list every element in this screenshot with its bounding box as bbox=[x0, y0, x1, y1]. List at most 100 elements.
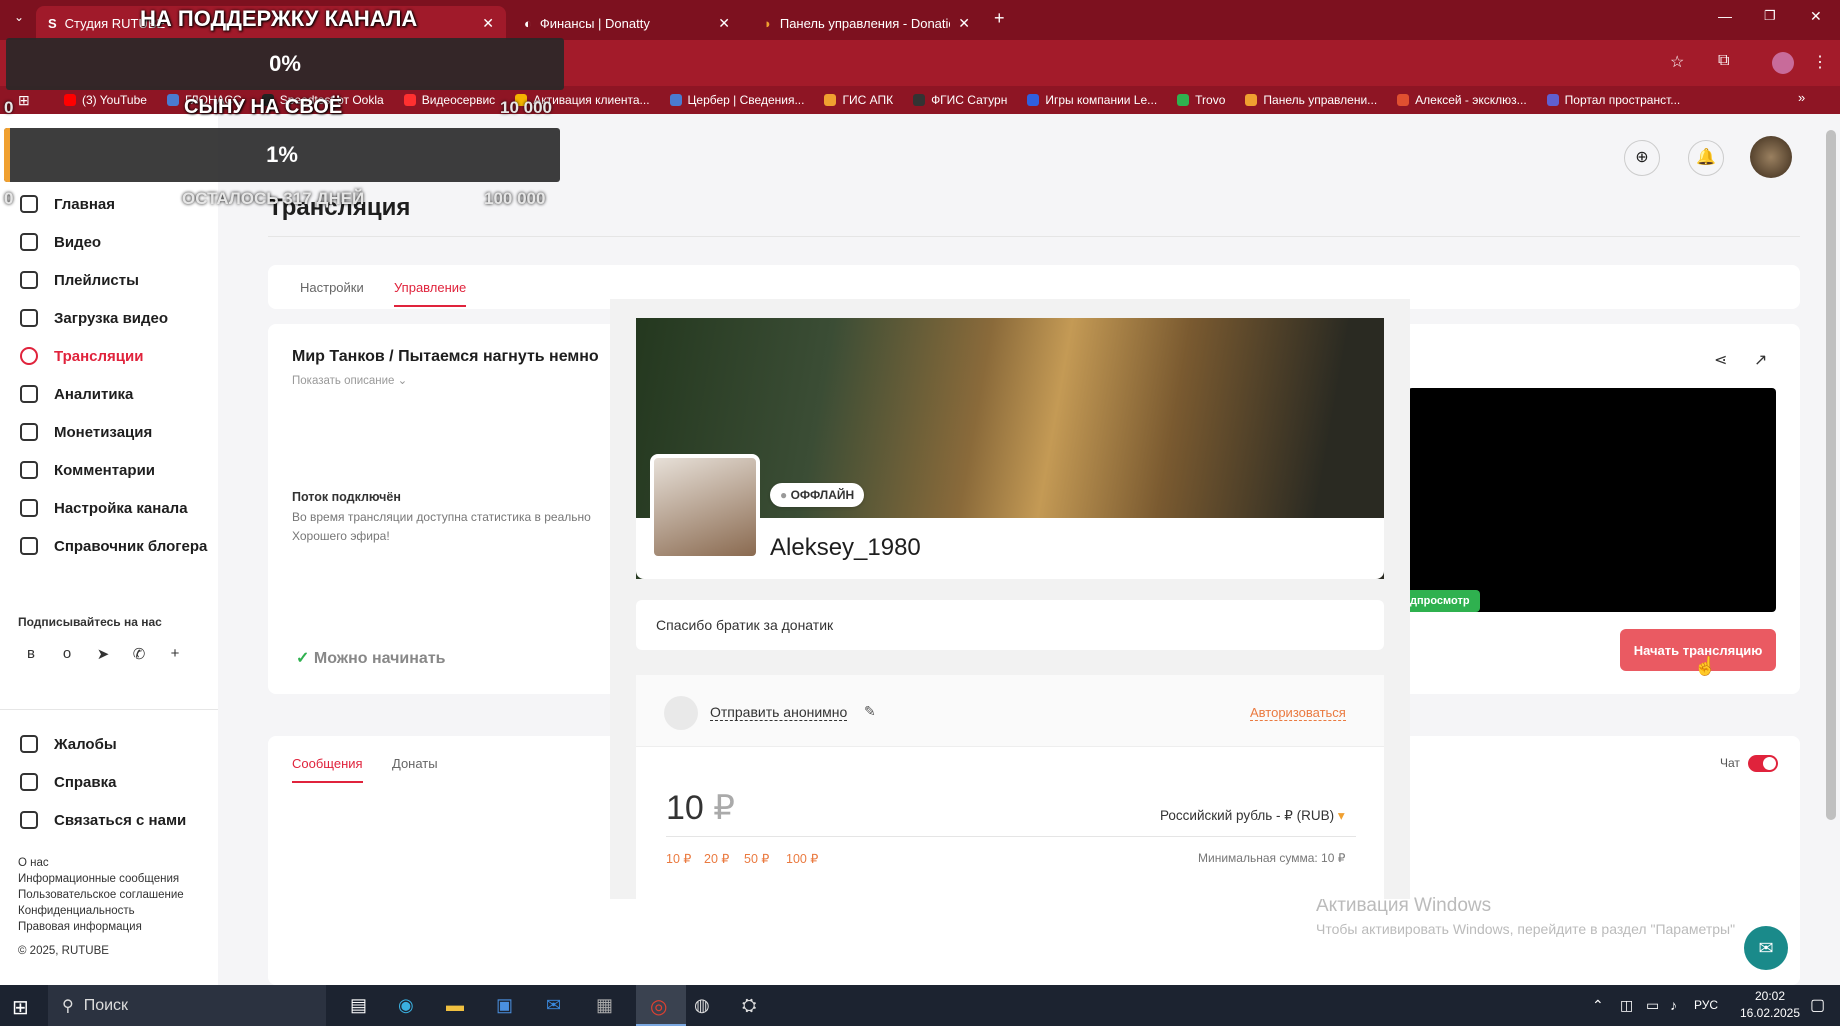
pencil-icon[interactable]: ✎ bbox=[864, 703, 876, 720]
clock-date[interactable]: 16.02.2025 bbox=[1734, 1006, 1806, 1020]
share-icon[interactable]: ⋖ bbox=[1714, 350, 1727, 370]
notifications-icon[interactable]: ▢ bbox=[1810, 995, 1825, 1015]
tray-expand-icon[interactable]: ⌃ bbox=[1592, 997, 1604, 1014]
apps-grid-icon[interactable]: ⊞ bbox=[18, 92, 30, 109]
add-video-icon[interactable]: ⊕ bbox=[1624, 140, 1660, 176]
close-icon[interactable]: ✕ bbox=[718, 15, 730, 32]
video-icon bbox=[20, 233, 38, 251]
sidebar-item-label: Видео bbox=[54, 233, 102, 251]
minimize-icon[interactable]: — bbox=[1718, 8, 1732, 24]
scrollbar-thumb[interactable] bbox=[1826, 130, 1836, 820]
sidebar-item-help[interactable]: Справка bbox=[20, 773, 116, 791]
restore-icon[interactable]: ❐ bbox=[1764, 8, 1776, 24]
store-icon[interactable]: ▣ bbox=[496, 995, 513, 1016]
telegram-icon[interactable]: ➤ bbox=[94, 645, 112, 663]
bookmarks-more-icon[interactable]: » bbox=[1798, 90, 1805, 105]
calculator-icon[interactable]: ▦ bbox=[596, 995, 613, 1016]
close-icon[interactable]: ✕ bbox=[958, 15, 970, 32]
tab-messages[interactable]: Сообщения bbox=[292, 756, 363, 783]
footer-link[interactable]: О нас bbox=[18, 857, 49, 869]
footer-link[interactable]: Правовая информация bbox=[18, 921, 142, 933]
bookmark-star-icon[interactable]: ☆ bbox=[1670, 52, 1684, 72]
bookmark-item[interactable]: Цербер | Сведения... bbox=[669, 93, 804, 107]
tab-settings[interactable]: Настройки bbox=[300, 280, 364, 295]
bookmark-item[interactable]: Игры компании Le... bbox=[1027, 93, 1157, 107]
rutube-tab-icon: S bbox=[48, 15, 57, 31]
quick-amount[interactable]: 20 ₽ bbox=[704, 851, 729, 866]
bookmark-item[interactable]: (3) YouTube bbox=[64, 93, 147, 107]
sidebar-item-home[interactable]: Главная bbox=[20, 195, 115, 213]
profile-avatar[interactable] bbox=[1772, 52, 1794, 74]
quick-amount[interactable]: 50 ₽ bbox=[744, 851, 769, 866]
quick-amount[interactable]: 10 ₽ bbox=[666, 851, 691, 866]
extensions-icon[interactable]: ⧉ bbox=[1718, 52, 1729, 70]
mail-app-icon[interactable]: ✉ bbox=[546, 995, 561, 1016]
tab-donation-panel[interactable]: ◗ Панель управления - Donatio ✕ bbox=[752, 6, 982, 40]
sidebar-item-playlists[interactable]: Плейлисты bbox=[20, 271, 139, 289]
bookmark-item[interactable]: Trovo bbox=[1177, 93, 1225, 107]
chrome-taskbar-item[interactable]: ◎ bbox=[636, 985, 686, 1026]
taskbar-search[interactable]: ⚲ Поиск bbox=[48, 985, 326, 1026]
support-chat-icon[interactable]: ✉ bbox=[1744, 926, 1788, 970]
authorize-link[interactable]: Авторизоваться bbox=[1250, 705, 1346, 721]
chat-toggle[interactable] bbox=[1748, 755, 1778, 772]
obs-icon[interactable]: ◍ bbox=[694, 995, 710, 1016]
clock-time[interactable]: 20:02 bbox=[1740, 989, 1800, 1003]
sidebar-item-complaints[interactable]: Жалобы bbox=[20, 735, 117, 753]
sidebar-item-upload[interactable]: Загрузка видео bbox=[20, 309, 168, 327]
language-indicator[interactable]: РУС bbox=[1694, 998, 1718, 1012]
tab-donatty[interactable]: ◐ Финансы | Donatty ✕ bbox=[512, 6, 742, 40]
sidebar-item-contact[interactable]: Связаться с нами bbox=[20, 811, 186, 829]
close-icon[interactable]: ✕ bbox=[482, 15, 494, 32]
sidebar-item-channel-settings[interactable]: Настройка канала bbox=[20, 499, 188, 517]
footer-link[interactable]: Пользовательское соглашение bbox=[18, 889, 184, 901]
windows-start-icon[interactable]: ⊞ bbox=[12, 995, 29, 1020]
browser-menu-icon[interactable]: ⋮ bbox=[1812, 52, 1828, 72]
bell-icon[interactable]: 🔔 bbox=[1688, 140, 1724, 176]
chat-toggle-label: Чат bbox=[1720, 756, 1740, 770]
search-placeholder: Поиск bbox=[83, 996, 129, 1014]
stream-preview[interactable] bbox=[1408, 388, 1776, 612]
sidebar-item-blogger-guide[interactable]: Справочник блогера bbox=[20, 537, 207, 555]
quick-amount[interactable]: 100 ₽ bbox=[786, 851, 818, 866]
footer-link[interactable]: Информационные сообщения bbox=[18, 873, 179, 885]
show-description-link[interactable]: Показать описание ⌄ bbox=[292, 373, 407, 387]
more-social-icon[interactable]: + bbox=[166, 645, 184, 663]
tab-list-button[interactable]: ⌄ bbox=[8, 10, 30, 30]
external-link-icon[interactable]: ↗ bbox=[1754, 350, 1767, 370]
sidebar-item-comments[interactable]: Комментарии bbox=[20, 461, 155, 479]
volume-icon[interactable]: ♪ bbox=[1670, 997, 1677, 1013]
file-explorer-icon[interactable]: ▬ bbox=[446, 995, 464, 1016]
odnoklassniki-icon[interactable]: о bbox=[58, 645, 76, 663]
send-anon-link[interactable]: Отправить анонимно bbox=[710, 704, 848, 721]
tray-camera-icon[interactable]: ◫ bbox=[1620, 997, 1633, 1014]
vk-icon[interactable]: в bbox=[22, 645, 40, 663]
bookmark-item[interactable]: Портал пространст... bbox=[1546, 93, 1680, 107]
footer-link[interactable]: Конфиденциальность bbox=[18, 905, 135, 917]
new-tab-button[interactable]: + bbox=[994, 8, 1005, 29]
bookmark-item[interactable]: Видеосервис bbox=[403, 93, 495, 107]
bookmark-item[interactable]: ГИС АПК bbox=[824, 93, 893, 107]
window-close-icon[interactable]: ✕ bbox=[1810, 8, 1822, 25]
donation-message-box[interactable]: Спасибо братик за донатик bbox=[636, 600, 1384, 650]
edge-icon[interactable]: ◉ bbox=[398, 995, 414, 1016]
task-view-icon[interactable]: ▤ bbox=[350, 995, 367, 1016]
viber-icon[interactable]: ✆ bbox=[130, 645, 148, 663]
goal1-title: НА ПОДДЕРЖКУ КАНАЛА bbox=[140, 6, 418, 31]
user-avatar[interactable] bbox=[1750, 136, 1792, 178]
bookmark-item[interactable]: Панель управлени... bbox=[1245, 93, 1377, 107]
bookmark-item[interactable]: ФГИС Сатурн bbox=[913, 93, 1007, 107]
sidebar-item-streams[interactable]: Трансляции bbox=[20, 347, 143, 365]
tab-management[interactable]: Управление bbox=[394, 280, 467, 307]
game-app-icon[interactable]: ⛭ bbox=[742, 995, 756, 1016]
tab-donations[interactable]: Донаты bbox=[392, 756, 438, 771]
sidebar-item-analytics[interactable]: Аналитика bbox=[20, 385, 133, 403]
network-icon[interactable]: ▭ bbox=[1646, 997, 1659, 1014]
donation-amount-input[interactable]: 10 ₽ bbox=[666, 788, 735, 828]
sidebar-item-monetization[interactable]: Монетизация bbox=[20, 423, 152, 441]
sidebar-item-video[interactable]: Видео bbox=[20, 233, 101, 251]
windows-activation-text: Чтобы активировать Windows, перейдите в … bbox=[1316, 921, 1736, 937]
tab-label: Финансы | Donatty bbox=[539, 15, 650, 31]
currency-select[interactable]: Российский рубль - ₽ (RUB) ▾ bbox=[1160, 808, 1345, 824]
bookmark-item[interactable]: Алексей - эксклюз... bbox=[1397, 93, 1527, 107]
